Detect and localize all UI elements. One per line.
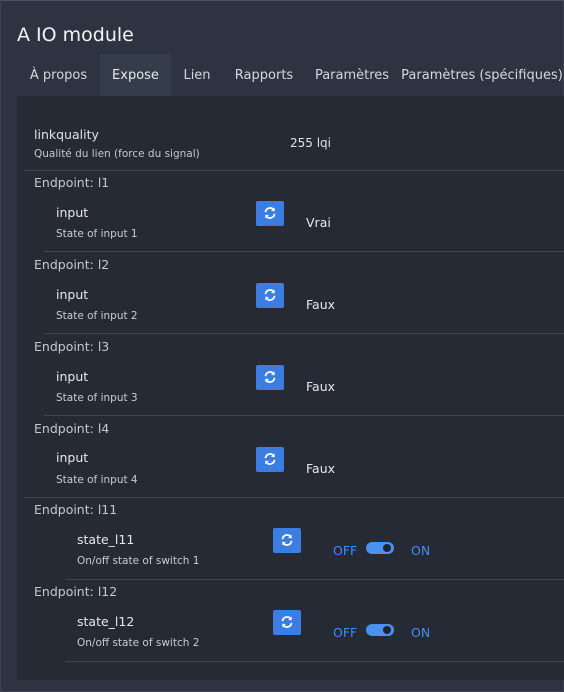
field-description: State of input 4 xyxy=(56,474,138,486)
toggle-off-label: OFF xyxy=(333,543,358,558)
field-name: input xyxy=(56,205,89,220)
switch-name: state_l12 xyxy=(77,614,135,629)
refresh-button[interactable] xyxy=(256,201,284,226)
tab-parametres-specifiques[interactable]: Paramètres (spécifiques) xyxy=(399,54,564,96)
tab-parametres[interactable]: Paramètres xyxy=(305,54,399,96)
refresh-button[interactable] xyxy=(273,610,301,635)
tab-lien[interactable]: Lien xyxy=(171,54,223,96)
endpoint-label: Endpoint: l11 xyxy=(34,502,118,517)
divider xyxy=(66,661,564,662)
field-value: Faux xyxy=(306,297,336,312)
refresh-icon xyxy=(264,289,276,301)
linkquality-value: 255 lqi xyxy=(290,136,332,150)
switch-description: On/off state of switch 2 xyxy=(77,637,200,649)
page-title: A IO module xyxy=(17,24,134,46)
divider xyxy=(44,251,564,252)
switch-toggle[interactable] xyxy=(366,624,394,636)
tab-rapports[interactable]: Rapports xyxy=(223,54,305,96)
field-name: input xyxy=(56,287,89,302)
field-name: input xyxy=(56,369,89,384)
field-value: Vrai xyxy=(306,215,331,230)
switch-toggle[interactable] xyxy=(366,542,394,554)
toggle-on-label: ON xyxy=(411,543,431,558)
toggle-off-label: OFF xyxy=(333,625,358,640)
refresh-icon xyxy=(264,453,276,465)
toggle-knob xyxy=(383,626,391,634)
switch-description: On/off state of switch 1 xyxy=(77,555,200,567)
divider xyxy=(44,333,564,334)
tab-expose[interactable]: Expose xyxy=(100,54,171,96)
field-description: State of input 1 xyxy=(56,228,138,240)
refresh-icon xyxy=(281,534,293,546)
refresh-button[interactable] xyxy=(256,283,284,308)
linkquality-description: Qualité du lien (force du signal) xyxy=(34,148,200,160)
divider xyxy=(24,170,564,171)
endpoint-label: Endpoint: l1 xyxy=(34,175,110,190)
refresh-icon xyxy=(264,207,276,219)
divider xyxy=(66,579,564,580)
field-name: input xyxy=(56,450,89,465)
tab-a-propos[interactable]: À propos xyxy=(17,54,100,96)
field-value: Faux xyxy=(306,379,336,394)
endpoint-label: Endpoint: l3 xyxy=(34,339,110,354)
endpoint-label: Endpoint: l4 xyxy=(34,421,110,436)
field-description: State of input 3 xyxy=(56,392,138,404)
refresh-icon xyxy=(264,371,276,383)
refresh-icon xyxy=(281,616,293,628)
endpoint-label: Endpoint: l2 xyxy=(34,257,110,272)
divider xyxy=(44,415,564,416)
divider xyxy=(24,497,564,498)
toggle-knob xyxy=(383,544,391,552)
refresh-button[interactable] xyxy=(256,365,284,390)
refresh-button[interactable] xyxy=(273,528,301,553)
refresh-button[interactable] xyxy=(256,447,284,472)
linkquality-name: linkquality xyxy=(34,127,99,142)
switch-name: state_l11 xyxy=(77,532,135,547)
field-value: Faux xyxy=(306,461,336,476)
toggle-on-label: ON xyxy=(411,625,431,640)
endpoint-label: Endpoint: l12 xyxy=(34,584,118,599)
field-description: State of input 2 xyxy=(56,310,138,322)
tab-bar: À propos Expose Lien Rapports Paramètres… xyxy=(17,54,564,96)
